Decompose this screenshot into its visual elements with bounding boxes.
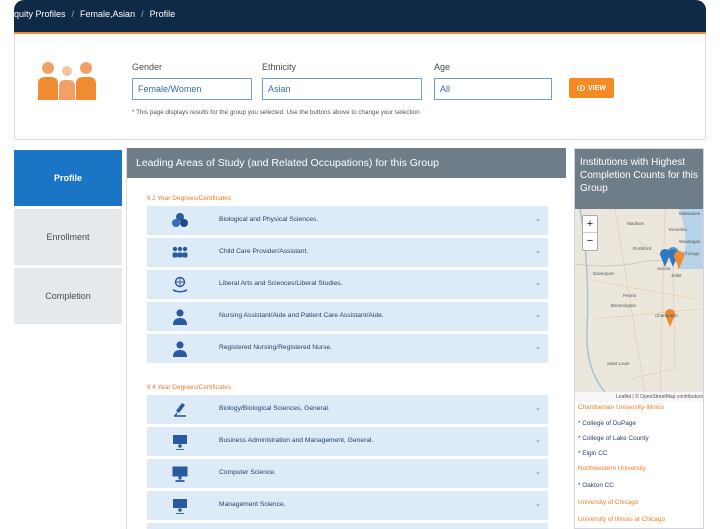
breadcrumb-profile: Profile xyxy=(149,9,176,19)
tab-profile-label: Profile xyxy=(53,173,82,183)
filter-panel: Gender Ethnicity Age VIEW * This page di… xyxy=(14,34,706,140)
institutions-header: Institutions with Highest Completion Cou… xyxy=(575,149,703,209)
nurse-icon xyxy=(173,341,187,357)
section-title-4-year: Ⅱ 4 Year Degrees/Certificates xyxy=(147,384,232,391)
presentation-icon xyxy=(173,499,187,514)
tab-completion[interactable]: Completion xyxy=(14,268,122,324)
molecule-icon xyxy=(172,213,188,227)
section-title-2-year-text: 2 Year Degrees/Certificates xyxy=(152,195,232,202)
institutions-panel: Institutions with Highest Completion Cou… xyxy=(574,148,704,529)
map-label: Davenport xyxy=(593,271,614,276)
chevron-down-icon: ⌄ xyxy=(535,216,541,223)
map-label: Milwaukee xyxy=(679,211,701,216)
study-item[interactable] xyxy=(147,523,548,529)
institution-link[interactable]: Northwestern University xyxy=(578,465,646,472)
breadcrumb-separator: / xyxy=(71,9,75,19)
breadcrumb-separator: / xyxy=(141,9,144,19)
tab-completion-label: Completion xyxy=(45,291,91,301)
view-button[interactable]: VIEW xyxy=(569,78,614,98)
chevron-down-icon: ⌄ xyxy=(535,248,541,255)
institution-link[interactable]: University of Chicago xyxy=(578,499,638,506)
study-item-label: Child Care Provider/Assistant. xyxy=(219,248,309,255)
study-item[interactable]: Biology/Biological Sciences, General. ⌄ xyxy=(147,395,548,424)
chevron-down-icon: ⌄ xyxy=(535,312,541,319)
map-label: Chicago xyxy=(683,251,700,256)
section-title-4-year-text: 4 Year Degrees/Certificates xyxy=(152,384,232,391)
age-field[interactable] xyxy=(434,78,552,100)
globe-hand-icon xyxy=(173,276,187,293)
map-label: Champaign xyxy=(655,313,679,318)
study-item[interactable]: Liberal Arts and Sciences/Liberal Studie… xyxy=(147,270,548,299)
study-item-label: Management Science. xyxy=(219,501,286,508)
chevron-down-icon: ⌄ xyxy=(535,344,541,351)
study-areas-header: Leading Areas of Study (and Related Occu… xyxy=(127,148,566,178)
map-label: Aurora xyxy=(657,266,671,271)
institution-link[interactable]: * College of DuPage xyxy=(578,420,636,427)
chevron-down-icon: ⌄ xyxy=(535,405,541,412)
microscope-icon xyxy=(174,403,186,417)
map-label: Madison xyxy=(627,221,645,226)
map-label: Kenosha xyxy=(669,227,687,232)
age-label: Age xyxy=(434,62,451,72)
institution-link[interactable]: * Elgin CC xyxy=(578,450,607,457)
institution-link[interactable]: * Oakton CC xyxy=(578,482,614,489)
view-button-label: VIEW xyxy=(588,84,606,92)
ethnicity-label: Ethnicity xyxy=(262,62,297,72)
map-label: Waukegan xyxy=(679,239,701,244)
map-attribution: Leaflet | © OpenStreetMap contributors xyxy=(575,392,703,402)
study-item[interactable]: Nursing Assistant/Aide and Patient Care … xyxy=(147,302,548,331)
institution-link[interactable]: * College of Lake County xyxy=(578,435,649,442)
presentation-icon xyxy=(173,435,187,450)
breadcrumb-equity-profiles[interactable]: quity Profiles xyxy=(14,9,66,19)
eye-icon xyxy=(577,85,586,91)
ethnicity-field[interactable] xyxy=(262,78,422,100)
people-group-icon xyxy=(38,62,96,100)
app-frame: quity Profiles / Female,Asian / Profile Gend… xyxy=(0,0,720,529)
section-title-2-year: Ⅱ 2 Year Degrees/Certificates xyxy=(147,195,232,202)
map-label: Rockford xyxy=(633,246,652,251)
study-item-label: Liberal Arts and Sciences/Liberal Studie… xyxy=(219,280,343,287)
map-label: Peoria xyxy=(623,293,637,298)
study-item-label: Computer Science. xyxy=(219,469,276,476)
study-item-label: Registered Nursing/Registered Nurse. xyxy=(219,344,332,351)
study-item[interactable]: Computer Science. ⌄ xyxy=(147,459,548,488)
study-areas-panel: Leading Areas of Study (and Related Occu… xyxy=(126,148,566,529)
map-zoom-control: + − xyxy=(582,215,598,251)
gender-label: Gender xyxy=(132,62,163,72)
selection-note: * This page displays results for the gro… xyxy=(132,109,420,116)
chevron-down-icon: ⌄ xyxy=(535,437,541,444)
study-item-label: Nursing Assistant/Aide and Patient Care … xyxy=(219,312,384,319)
chevron-down-icon: ⌄ xyxy=(535,501,541,508)
breadcrumb-group[interactable]: Female,Asian xyxy=(80,9,135,19)
study-item-label: Biology/Biological Sciences, General. xyxy=(219,405,330,412)
group-icon xyxy=(172,246,188,258)
study-item[interactable]: Registered Nursing/Registered Nurse. ⌄ xyxy=(147,334,548,363)
study-item[interactable]: Biological and Physical Sciences. ⌄ xyxy=(147,206,548,235)
study-item[interactable]: Management Science. ⌄ xyxy=(147,491,548,520)
map-label: Bloomington xyxy=(611,303,637,308)
tab-enrollment[interactable]: Enrollment xyxy=(14,209,122,265)
zoom-in-button[interactable]: + xyxy=(583,216,597,233)
chevron-down-icon: ⌄ xyxy=(535,280,541,287)
top-bar: quity Profiles / Female,Asian / Profile xyxy=(14,0,706,32)
map-label: Joliet xyxy=(671,273,682,278)
institution-link[interactable]: Chamberlain University-Illinois xyxy=(578,404,664,411)
study-item-label: Biological and Physical Sciences. xyxy=(219,216,319,223)
study-item[interactable]: Child Care Provider/Assistant. ⌄ xyxy=(147,238,548,267)
map-label: Saint Louis xyxy=(607,361,630,366)
monitor-icon xyxy=(172,466,188,482)
tab-profile[interactable]: Profile xyxy=(14,150,122,206)
breadcrumb: quity Profiles / Female,Asian / Profile xyxy=(14,9,175,19)
study-item-label: Business Administration and Management, … xyxy=(219,437,374,444)
zoom-out-button[interactable]: − xyxy=(583,233,597,250)
tab-enrollment-label: Enrollment xyxy=(46,232,90,242)
nurse-icon xyxy=(173,309,187,325)
chevron-down-icon: ⌄ xyxy=(535,469,541,476)
gender-field[interactable] xyxy=(132,78,252,100)
institution-link[interactable]: University of Illinois at Chicago xyxy=(578,516,665,523)
study-item[interactable]: Business Administration and Management, … xyxy=(147,427,548,456)
institutions-map[interactable]: + − Milwaukee Madison Kenosha Waukegan R… xyxy=(575,209,703,392)
